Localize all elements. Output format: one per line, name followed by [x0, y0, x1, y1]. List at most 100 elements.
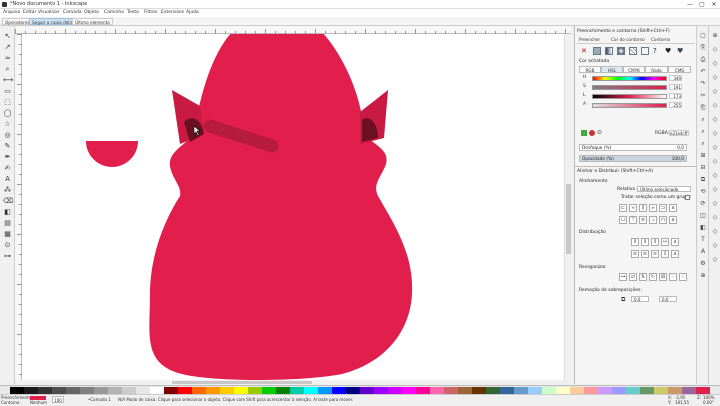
- align-center-h-icon[interactable]: ⫼: [639, 204, 647, 212]
- palette-swatch[interactable]: [10, 387, 24, 394]
- fill-rule-evenodd-icon[interactable]: ♥: [665, 47, 671, 55]
- group-icon[interactable]: ⧉: [699, 176, 707, 183]
- menu-editar[interactable]: Editar: [23, 10, 36, 15]
- align-baseline-h-icon[interactable]: a: [669, 204, 677, 212]
- align-top-icon[interactable]: ⊤: [629, 216, 637, 224]
- palette-swatch[interactable]: [430, 387, 444, 394]
- channel-s-value[interactable]: 191: [669, 84, 682, 90]
- unset-icon[interactable]: ?: [653, 47, 657, 55]
- palette-swatch[interactable]: [486, 387, 500, 394]
- tab-contorno[interactable]: Contorno: [651, 36, 670, 43]
- node-tool-icon[interactable]: ↗: [3, 43, 12, 51]
- palette-swatch[interactable]: [472, 387, 486, 394]
- pencil-tool-icon[interactable]: ✎: [3, 142, 12, 150]
- channel-a-value[interactable]: 255: [669, 102, 682, 108]
- palette-swatch[interactable]: [94, 387, 108, 394]
- palette-swatch[interactable]: [402, 387, 416, 394]
- distribute-right-icon[interactable]: ⫴: [651, 238, 659, 246]
- xml-editor-icon[interactable]: A: [699, 248, 707, 255]
- snap-grid-icon[interactable]: ◇: [711, 242, 719, 249]
- graph-layout-icon[interactable]: ⊶: [619, 273, 627, 281]
- close-button[interactable]: ✕: [708, 0, 720, 9]
- palette-swatch[interactable]: [66, 387, 80, 394]
- semicircle-shape[interactable]: [86, 141, 138, 167]
- snap-path-icon[interactable]: ◇: [711, 116, 719, 123]
- opacity-value[interactable]: 100,0: [672, 156, 684, 163]
- snap-page-icon[interactable]: ◇: [711, 228, 719, 235]
- ellipse-tool-icon[interactable]: ◯: [3, 109, 12, 117]
- bucket-tool-icon[interactable]: ◧: [3, 208, 12, 216]
- menu-arquivo[interactable]: Arquivo: [3, 10, 20, 15]
- save-icon[interactable]: ⎙: [699, 56, 707, 63]
- fill-stroke-icon[interactable]: ◧: [699, 224, 707, 231]
- mode-rgb[interactable]: RGB: [579, 66, 601, 73]
- menu-camada[interactable]: Camada: [63, 10, 82, 15]
- snap-center-icon[interactable]: ◇: [711, 186, 719, 193]
- snap-rotation-icon[interactable]: ◇: [711, 200, 719, 207]
- palette-swatch[interactable]: [570, 387, 584, 394]
- palette-swatch[interactable]: [122, 387, 136, 394]
- tab-ultimo-elemento[interactable]: Último elemento: [72, 18, 113, 25]
- zoom-page-icon[interactable]: ⌕: [699, 140, 707, 147]
- menu-objeto[interactable]: Objeto: [84, 10, 99, 15]
- palette-swatch[interactable]: [80, 387, 94, 394]
- paste-icon[interactable]: ⎗: [699, 104, 707, 111]
- snap-toggle-icon[interactable]: ⊕: [711, 32, 719, 39]
- mode-cms[interactable]: CMS: [668, 66, 691, 73]
- rgba-input[interactable]: e21e4cff: [669, 130, 689, 136]
- align-left-icon[interactable]: ⫷: [629, 204, 637, 212]
- rotate-cw-icon[interactable]: ⟳: [699, 200, 707, 207]
- palette-swatch[interactable]: [388, 387, 402, 394]
- exchange-z-order-icon[interactable]: ⇅: [639, 273, 647, 281]
- dropper-tool-icon[interactable]: ⊙: [3, 241, 12, 249]
- unclump-icon[interactable]: ⁘: [669, 273, 677, 281]
- distribute-left-icon[interactable]: ⫴: [631, 238, 639, 246]
- spiral-tool-icon[interactable]: ◎: [3, 131, 12, 139]
- snap-nodes-icon[interactable]: ◇: [711, 102, 719, 109]
- star-tool-icon[interactable]: ☆: [3, 120, 12, 128]
- channel-h-value[interactable]: 349: [669, 75, 682, 81]
- maximize-button[interactable]: ▢: [696, 0, 708, 9]
- palette-swatch[interactable]: [346, 387, 360, 394]
- palette-swatch[interactable]: [52, 387, 66, 394]
- remove-overlap-icon[interactable]: ⧉: [621, 296, 625, 304]
- snap-intersection-icon[interactable]: ◇: [711, 130, 719, 137]
- palette-swatch[interactable]: [500, 387, 514, 394]
- randomize-icon[interactable]: ⚄: [659, 273, 667, 281]
- palette-swatch[interactable]: [542, 387, 556, 394]
- measure-tool-icon[interactable]: ⟷: [3, 76, 13, 84]
- stroke-value[interactable]: Nenhum: [30, 400, 47, 405]
- align-center-v-icon[interactable]: ≡: [639, 216, 647, 224]
- lightness-slider[interactable]: [592, 94, 667, 99]
- snap-guide-icon[interactable]: ◇: [711, 256, 719, 263]
- palette-swatch[interactable]: [514, 387, 528, 394]
- palette-swatch[interactable]: [206, 387, 220, 394]
- radial-gradient-icon[interactable]: [617, 47, 625, 55]
- calligraphy-tool-icon[interactable]: ✍: [3, 164, 12, 172]
- snap-cusp-icon[interactable]: ◇: [711, 144, 719, 151]
- palette-swatch[interactable]: [668, 387, 682, 394]
- rotation-value[interactable]: 0,00°: [703, 400, 714, 405]
- h-gap-input[interactable]: 0,0: [631, 296, 649, 302]
- palette-swatch[interactable]: [696, 387, 710, 394]
- rotate-ccw-icon[interactable]: ⟲: [699, 188, 707, 195]
- palette-swatch[interactable]: [38, 387, 52, 394]
- palette-swatch[interactable]: [136, 387, 150, 394]
- distribute-bottom-icon[interactable]: ≡: [651, 250, 659, 258]
- mode-hsl[interactable]: HSL: [601, 66, 623, 73]
- pen-tool-icon[interactable]: ✒: [3, 153, 12, 161]
- alpha-slider[interactable]: [592, 103, 667, 108]
- no-paint-icon[interactable]: ✕: [581, 47, 587, 55]
- drawing-canvas[interactable]: [22, 34, 571, 380]
- text-font-icon[interactable]: T: [699, 236, 707, 243]
- snap-smooth-icon[interactable]: ◇: [711, 158, 719, 165]
- align-bottom-icon[interactable]: ⊥: [649, 216, 657, 224]
- menu-extensoes[interactable]: Extensões: [161, 10, 184, 15]
- palette-swatch[interactable]: [416, 387, 430, 394]
- palette-swatch[interactable]: [150, 387, 164, 394]
- duplicate-icon[interactable]: ⊞: [699, 152, 707, 159]
- distribute-top-icon[interactable]: ≡: [631, 250, 639, 258]
- palette-swatch[interactable]: [682, 387, 696, 394]
- treat-as-group-checkbox[interactable]: [685, 195, 690, 200]
- palette-swatch[interactable]: [458, 387, 472, 394]
